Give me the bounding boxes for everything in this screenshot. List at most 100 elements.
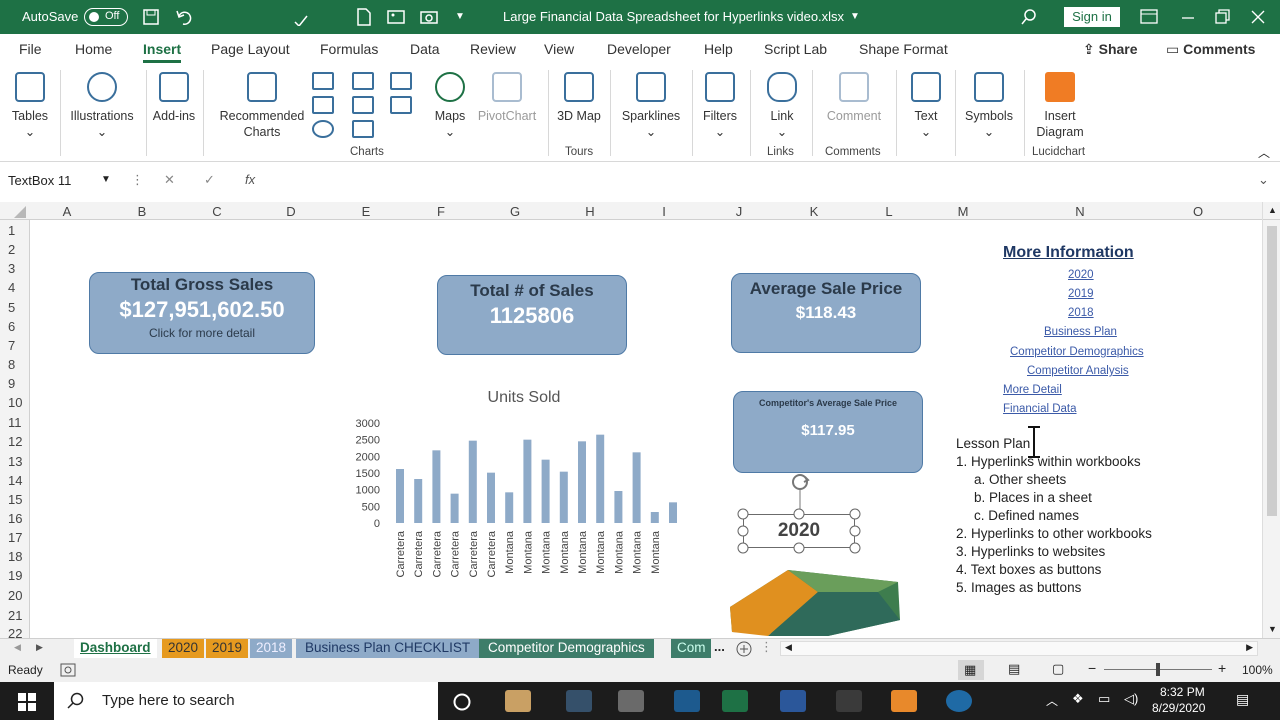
- browser-icon[interactable]: [674, 690, 700, 712]
- row-header[interactable]: 8: [0, 357, 30, 372]
- illustrations-button[interactable]: Illustrations ⌄: [66, 72, 138, 140]
- zoom-in-icon[interactable]: +: [1218, 660, 1226, 676]
- expand-formula-icon[interactable]: ⌄: [1258, 172, 1269, 188]
- insert-function-icon[interactable]: fx: [245, 172, 255, 187]
- sheet-tab-business-plan[interactable]: Business Plan CHECKLIST: [296, 639, 480, 658]
- column-chart-icon[interactable]: [312, 72, 334, 90]
- tab-help[interactable]: Help: [704, 41, 733, 57]
- row-header[interactable]: 20: [0, 588, 30, 603]
- sparklines-button[interactable]: Sparklines ⌄: [618, 72, 684, 140]
- comment-button[interactable]: Comment: [822, 72, 886, 124]
- scroll-left-icon[interactable]: ◀: [785, 642, 792, 653]
- link-2019[interactable]: 2019: [1068, 288, 1094, 300]
- zoom-slider-thumb[interactable]: [1156, 663, 1160, 676]
- row-header[interactable]: 11: [0, 415, 30, 430]
- column-a-header[interactable]: A: [57, 204, 77, 219]
- total-number-sales-box[interactable]: Total # of Sales 1125806: [437, 275, 627, 355]
- name-box-dropdown-icon[interactable]: ▼: [101, 174, 111, 185]
- link-2018[interactable]: 2018: [1068, 307, 1094, 319]
- tab-insert[interactable]: Insert: [143, 41, 182, 63]
- autosave-toggle[interactable]: Off: [84, 8, 128, 26]
- camtasia-icon[interactable]: [836, 690, 862, 712]
- windows-start-icon[interactable]: [18, 693, 36, 711]
- steam-icon[interactable]: [566, 690, 592, 712]
- sheet-tab-2020[interactable]: 2020: [162, 639, 205, 658]
- word-taskbar-icon[interactable]: [780, 690, 806, 712]
- restore-icon[interactable]: [1214, 9, 1230, 25]
- row-header[interactable]: 10: [0, 395, 30, 410]
- vertical-scroll-thumb[interactable]: [1267, 226, 1277, 516]
- average-sale-price-box[interactable]: Average Sale Price $118.43: [731, 273, 921, 353]
- statistic-chart-icon[interactable]: [352, 96, 374, 114]
- competitor-average-box[interactable]: Competitor's Average Sale Price $117.95: [733, 391, 923, 473]
- close-icon[interactable]: [1250, 9, 1266, 25]
- prev-sheet-icon[interactable]: ◀: [14, 642, 21, 653]
- pivotchart-button[interactable]: PivotChart: [474, 72, 540, 124]
- tab-home[interactable]: Home: [75, 41, 112, 57]
- filters-button[interactable]: Filters ⌄: [698, 72, 742, 140]
- more-sheets-icon[interactable]: ...: [714, 639, 725, 654]
- total-gross-sales-box[interactable]: Total Gross Sales $127,951,602.50 Click …: [89, 272, 315, 354]
- column-k-header[interactable]: K: [804, 204, 824, 219]
- column-c-header[interactable]: C: [207, 204, 227, 219]
- link-more-detail[interactable]: More Detail: [1003, 384, 1062, 396]
- insert-diagram-button[interactable]: Insert Diagram: [1030, 72, 1090, 140]
- row-header[interactable]: 7: [0, 338, 30, 353]
- sheet-tab-competitor[interactable]: Com: [671, 639, 711, 658]
- tab-data[interactable]: Data: [410, 41, 440, 57]
- column-m-header[interactable]: M: [953, 204, 973, 219]
- collapse-ribbon-icon[interactable]: ︿: [1258, 144, 1270, 161]
- row-header[interactable]: 21: [0, 608, 30, 623]
- column-j-header[interactable]: J: [729, 204, 749, 219]
- column-l-header[interactable]: L: [879, 204, 899, 219]
- 3d-map-button[interactable]: 3D Map: [554, 72, 604, 124]
- maps-button[interactable]: Maps ⌄: [428, 72, 472, 140]
- ribbon-display-icon[interactable]: [1140, 9, 1158, 25]
- column-b-header[interactable]: B: [132, 204, 152, 219]
- add-sheet-icon[interactable]: [735, 640, 753, 658]
- link-button[interactable]: Link ⌄: [760, 72, 804, 140]
- sheet-tab-2018[interactable]: 2018: [250, 639, 293, 658]
- row-header[interactable]: 5: [0, 300, 30, 315]
- tab-developer[interactable]: Developer: [607, 41, 671, 57]
- image-icon[interactable]: [387, 8, 405, 26]
- select-all-icon[interactable]: [14, 206, 26, 218]
- row-header[interactable]: 3: [0, 261, 30, 276]
- formula-input[interactable]: [268, 170, 1248, 192]
- scroll-up-button[interactable]: ▲: [1262, 202, 1280, 220]
- column-o-header[interactable]: O: [1188, 204, 1208, 219]
- column-e-header[interactable]: E: [356, 204, 376, 219]
- notifications-icon[interactable]: ▤: [1236, 691, 1249, 708]
- edge-icon[interactable]: [946, 690, 972, 712]
- link-competitor-analysis[interactable]: Competitor Analysis: [1027, 365, 1129, 377]
- qat-customize-icon[interactable]: ▼: [455, 11, 465, 22]
- column-d-header[interactable]: D: [281, 204, 301, 219]
- name-box[interactable]: TextBox 11: [8, 173, 71, 188]
- tray-chevron-icon[interactable]: ︿: [1046, 692, 1058, 709]
- tab-shape-format[interactable]: Shape Format: [859, 41, 948, 57]
- excel-taskbar-icon[interactable]: [722, 690, 748, 712]
- undo-icon[interactable]: [175, 8, 195, 26]
- app-icon[interactable]: [618, 690, 644, 712]
- tab-formulas[interactable]: Formulas: [320, 41, 378, 57]
- tab-review[interactable]: Review: [470, 41, 516, 57]
- symbols-button[interactable]: Symbols ⌄: [962, 72, 1016, 140]
- volume-icon[interactable]: ◁): [1124, 691, 1138, 707]
- addins-button[interactable]: Add-ins: [152, 72, 196, 124]
- page-break-view-icon[interactable]: ▢: [1052, 661, 1064, 677]
- map-picture[interactable]: [728, 562, 904, 638]
- selection-handles[interactable]: [736, 507, 862, 555]
- row-header[interactable]: 18: [0, 549, 30, 564]
- rotate-handle-icon[interactable]: [787, 472, 815, 512]
- row-header[interactable]: 4: [0, 280, 30, 295]
- row-header[interactable]: 19: [0, 568, 30, 583]
- row-header[interactable]: 15: [0, 492, 30, 507]
- camera-icon[interactable]: [420, 8, 438, 26]
- row-header[interactable]: 9: [0, 376, 30, 391]
- network-icon[interactable]: ▭: [1098, 691, 1110, 707]
- pie-chart-icon[interactable]: [312, 120, 334, 138]
- share-button[interactable]: ⇪ Share: [1083, 41, 1138, 58]
- row-header[interactable]: 17: [0, 530, 30, 545]
- combo-chart-icon[interactable]: [390, 96, 412, 114]
- search-icon[interactable]: [1020, 8, 1038, 26]
